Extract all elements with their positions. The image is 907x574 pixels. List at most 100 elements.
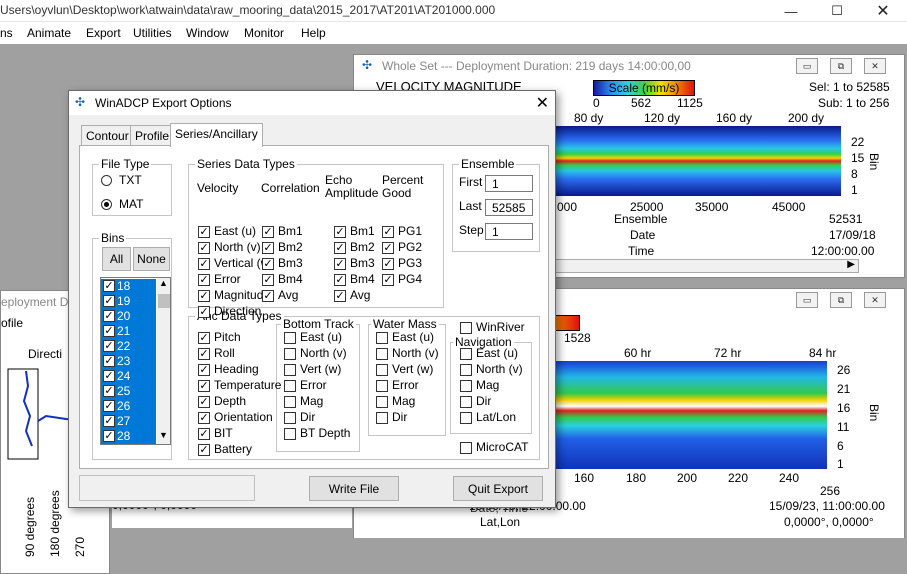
- maximize-icon[interactable]: ☐: [814, 0, 860, 22]
- bin-item[interactable]: ✓ 27: [101, 414, 156, 429]
- echo-item-checkbox[interactable]: [334, 274, 346, 286]
- echo-item-checkbox[interactable]: [334, 242, 346, 254]
- minimize-icon[interactable]: —: [768, 0, 814, 22]
- correlation-item-checkbox[interactable]: [262, 274, 274, 286]
- bottom-track-item-checkbox[interactable]: [284, 380, 296, 392]
- bottom-track-item-checkbox[interactable]: [284, 332, 296, 344]
- bin-item[interactable]: ✓ 22: [101, 339, 156, 354]
- anc-item-checkbox[interactable]: [198, 412, 210, 424]
- menu-item-partial[interactable]: ns: [0, 26, 13, 40]
- dialog-close-icon[interactable]: ✕: [536, 93, 549, 113]
- last-input[interactable]: 52585: [485, 199, 533, 216]
- ts-minimize-button[interactable]: ▭: [796, 292, 818, 308]
- navigation-item-checkbox[interactable]: [460, 412, 472, 424]
- pg-item-checkbox[interactable]: [382, 242, 394, 254]
- correlation-item-checkbox[interactable]: [262, 242, 274, 254]
- water-mass-item-checkbox[interactable]: [376, 364, 388, 376]
- bin-item[interactable]: ✓ 28: [101, 429, 156, 444]
- whole-set-title: Whole Set --- Deployment Duration: 219 d…: [382, 59, 691, 73]
- txt-radio[interactable]: [101, 175, 112, 186]
- scroll-down-icon[interactable]: ▼: [159, 430, 168, 440]
- menu-item-help[interactable]: Help: [301, 26, 326, 40]
- water-mass-item-checkbox[interactable]: [376, 380, 388, 392]
- bottom-track-item-checkbox[interactable]: [284, 428, 296, 440]
- close-icon[interactable]: ✕: [860, 0, 906, 22]
- velocity-item-checkbox[interactable]: [198, 258, 210, 270]
- ts-restore-button[interactable]: ⧉: [830, 292, 852, 308]
- scroll-right-icon[interactable]: ▶: [847, 259, 855, 270]
- anc-item-checkbox[interactable]: [198, 396, 210, 408]
- velocity-item-checkbox[interactable]: [198, 274, 210, 286]
- velocity-item-checkbox[interactable]: [198, 290, 210, 302]
- scroll-thumb[interactable]: [158, 294, 170, 308]
- pg-item-checkbox[interactable]: [382, 226, 394, 238]
- bin-item[interactable]: ✓ 23: [101, 354, 156, 369]
- correlation-item-checkbox[interactable]: [262, 258, 274, 270]
- bin-item[interactable]: ✓ 20: [101, 309, 156, 324]
- write-file-button[interactable]: Write File: [309, 476, 399, 501]
- whole-set-minimize-button[interactable]: ▭: [796, 58, 818, 74]
- winriver-checkbox[interactable]: [460, 322, 472, 334]
- bottom-track-item-checkbox[interactable]: [284, 396, 296, 408]
- bin-item[interactable]: ✓ 18: [101, 279, 156, 294]
- tab-profile[interactable]: Profile: [130, 125, 175, 145]
- water-mass-item-checkbox[interactable]: [376, 412, 388, 424]
- bins-all-button[interactable]: All: [102, 247, 131, 271]
- anc-item-checkbox[interactable]: [198, 332, 210, 344]
- velocity-item-checkbox[interactable]: [198, 226, 210, 238]
- ts-close-button[interactable]: ✕: [864, 292, 886, 308]
- water-mass-item-checkbox[interactable]: [376, 348, 388, 360]
- ts-top-tick-72: 72 hr: [714, 346, 742, 360]
- left-window-tab[interactable]: ofile: [1, 316, 23, 330]
- scroll-up-icon[interactable]: ▲: [159, 278, 168, 288]
- bin-item[interactable]: ✓ 19: [101, 294, 156, 309]
- water-mass-item-checkbox[interactable]: [376, 396, 388, 408]
- first-input[interactable]: 1: [485, 175, 533, 192]
- menu-item-monitor[interactable]: Monitor: [244, 26, 284, 40]
- navigation-item-checkbox[interactable]: [460, 364, 472, 376]
- bin-item[interactable]: ✓ 25: [101, 384, 156, 399]
- water-mass-item-checkbox[interactable]: [376, 332, 388, 344]
- navigation-item-checkbox[interactable]: [460, 348, 472, 360]
- pg-item-checkbox[interactable]: [382, 274, 394, 286]
- quit-export-button[interactable]: Quit Export: [453, 476, 543, 501]
- bins-listbox[interactable]: ✓ 18 ✓ 19 ✓ 20 ✓ 21 ✓ 22 ✓ 23 ✓ 24 ✓ 25 ✓ 26 ✓ 27 …: [100, 277, 171, 445]
- correlation-item-checkbox[interactable]: [262, 290, 274, 302]
- pg-item-checkbox[interactable]: [382, 258, 394, 270]
- bin-item[interactable]: ✓ 24: [101, 369, 156, 384]
- bin-item[interactable]: ✓ 21: [101, 324, 156, 339]
- bottom-track-item-checkbox[interactable]: [284, 364, 296, 376]
- menu-item-utilities[interactable]: Utilities: [133, 26, 172, 40]
- echo-item-checkbox[interactable]: [334, 290, 346, 302]
- mat-radio[interactable]: [101, 199, 112, 210]
- step-input[interactable]: 1: [485, 223, 533, 240]
- menu-item-window[interactable]: Window: [186, 26, 229, 40]
- anc-item-checkbox[interactable]: [198, 364, 210, 376]
- microcat-checkbox[interactable]: [460, 442, 472, 454]
- correlation-item-checkbox[interactable]: [262, 226, 274, 238]
- ts-top-tick-84: 84 hr: [809, 346, 837, 360]
- bottom-track-item-checkbox[interactable]: [284, 412, 296, 424]
- bins-scrollbar[interactable]: ▲ ▼: [157, 278, 170, 444]
- horizontal-scrollbar[interactable]: ▶: [554, 259, 859, 273]
- whole-set-restore-button[interactable]: ⧉: [830, 58, 852, 74]
- echo-item-checkbox[interactable]: [334, 226, 346, 238]
- menu-item-export[interactable]: Export: [86, 26, 121, 40]
- bins-none-button[interactable]: None: [133, 247, 170, 271]
- velocity-item-checkbox[interactable]: [198, 306, 210, 318]
- tab-contour[interactable]: Contour: [81, 125, 134, 145]
- navigation-item-checkbox[interactable]: [460, 380, 472, 392]
- anc-item-checkbox[interactable]: [198, 428, 210, 440]
- anc-item-checkbox[interactable]: [198, 444, 210, 456]
- navigation-item-checkbox[interactable]: [460, 396, 472, 408]
- whole-set-close-button[interactable]: ✕: [864, 58, 886, 74]
- bottom-track-item-checkbox[interactable]: [284, 348, 296, 360]
- menu-item-animate[interactable]: Animate: [27, 26, 71, 40]
- bin-item[interactable]: ✓ 26: [101, 399, 156, 414]
- anc-item-checkbox[interactable]: [198, 380, 210, 392]
- tab-series-ancillary[interactable]: Series/Ancillary: [170, 123, 263, 147]
- scale-tick-0: 0: [593, 96, 600, 110]
- echo-item-checkbox[interactable]: [334, 258, 346, 270]
- velocity-item-checkbox[interactable]: [198, 242, 210, 254]
- anc-item-checkbox[interactable]: [198, 348, 210, 360]
